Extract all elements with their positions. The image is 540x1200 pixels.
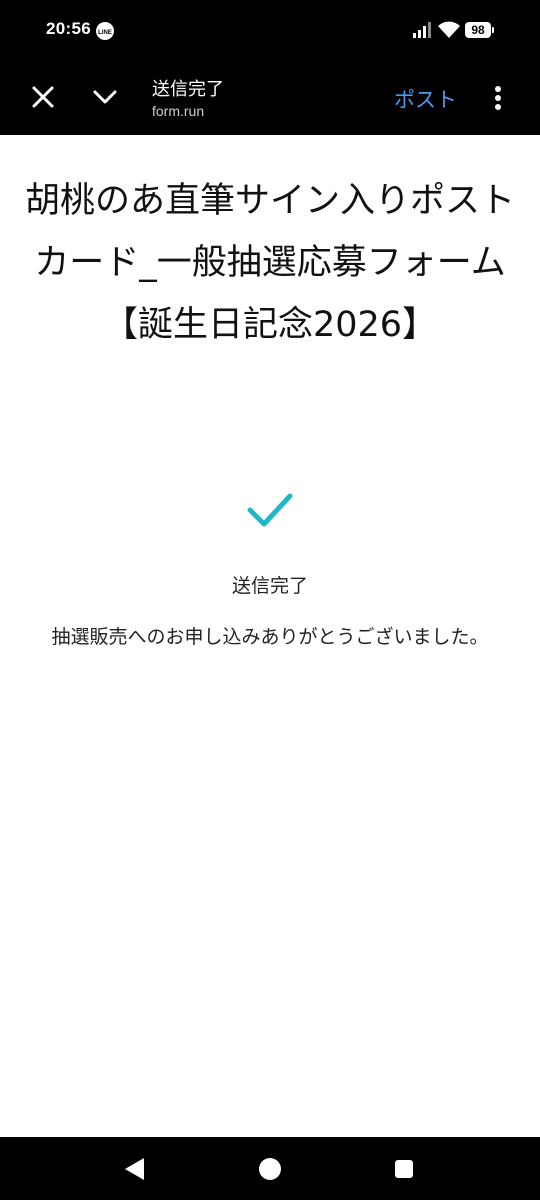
navigation-bar xyxy=(0,1137,540,1200)
status-bar: 20:56 LINE 98 xyxy=(0,0,540,62)
status-time: 20:56 xyxy=(46,19,91,38)
triangle-back-icon[interactable] xyxy=(122,1156,148,1182)
completion-message: 抽選販売へのお申し込みありがとうございました。 xyxy=(51,626,489,648)
completion-heading: 送信完了 xyxy=(231,575,308,597)
chevron-down-icon[interactable] xyxy=(89,82,121,112)
line-app-icon: LINE xyxy=(96,22,114,40)
page-url[interactable]: form.run xyxy=(152,103,204,119)
battery-level: 98 xyxy=(471,23,485,37)
battery-indicator: 98 xyxy=(465,22,494,38)
wifi-icon xyxy=(438,21,460,38)
signal-icon xyxy=(413,22,431,38)
more-options-icon[interactable] xyxy=(486,82,510,114)
square-recents-icon[interactable] xyxy=(394,1159,414,1179)
close-icon[interactable] xyxy=(28,82,58,112)
svg-text:LINE: LINE xyxy=(98,30,112,36)
checkmark-icon xyxy=(247,493,293,527)
circle-home-icon[interactable] xyxy=(258,1157,282,1181)
browser-toolbar: 送信完了 form.run ポスト xyxy=(0,62,540,135)
form-title: 胡桃のあ直筆サイン入りポストカード_一般抽選応募フォーム【誕生日記念2026】 xyxy=(24,181,515,345)
post-button[interactable]: ポスト xyxy=(394,84,457,114)
page-title: 送信完了 xyxy=(152,79,224,100)
